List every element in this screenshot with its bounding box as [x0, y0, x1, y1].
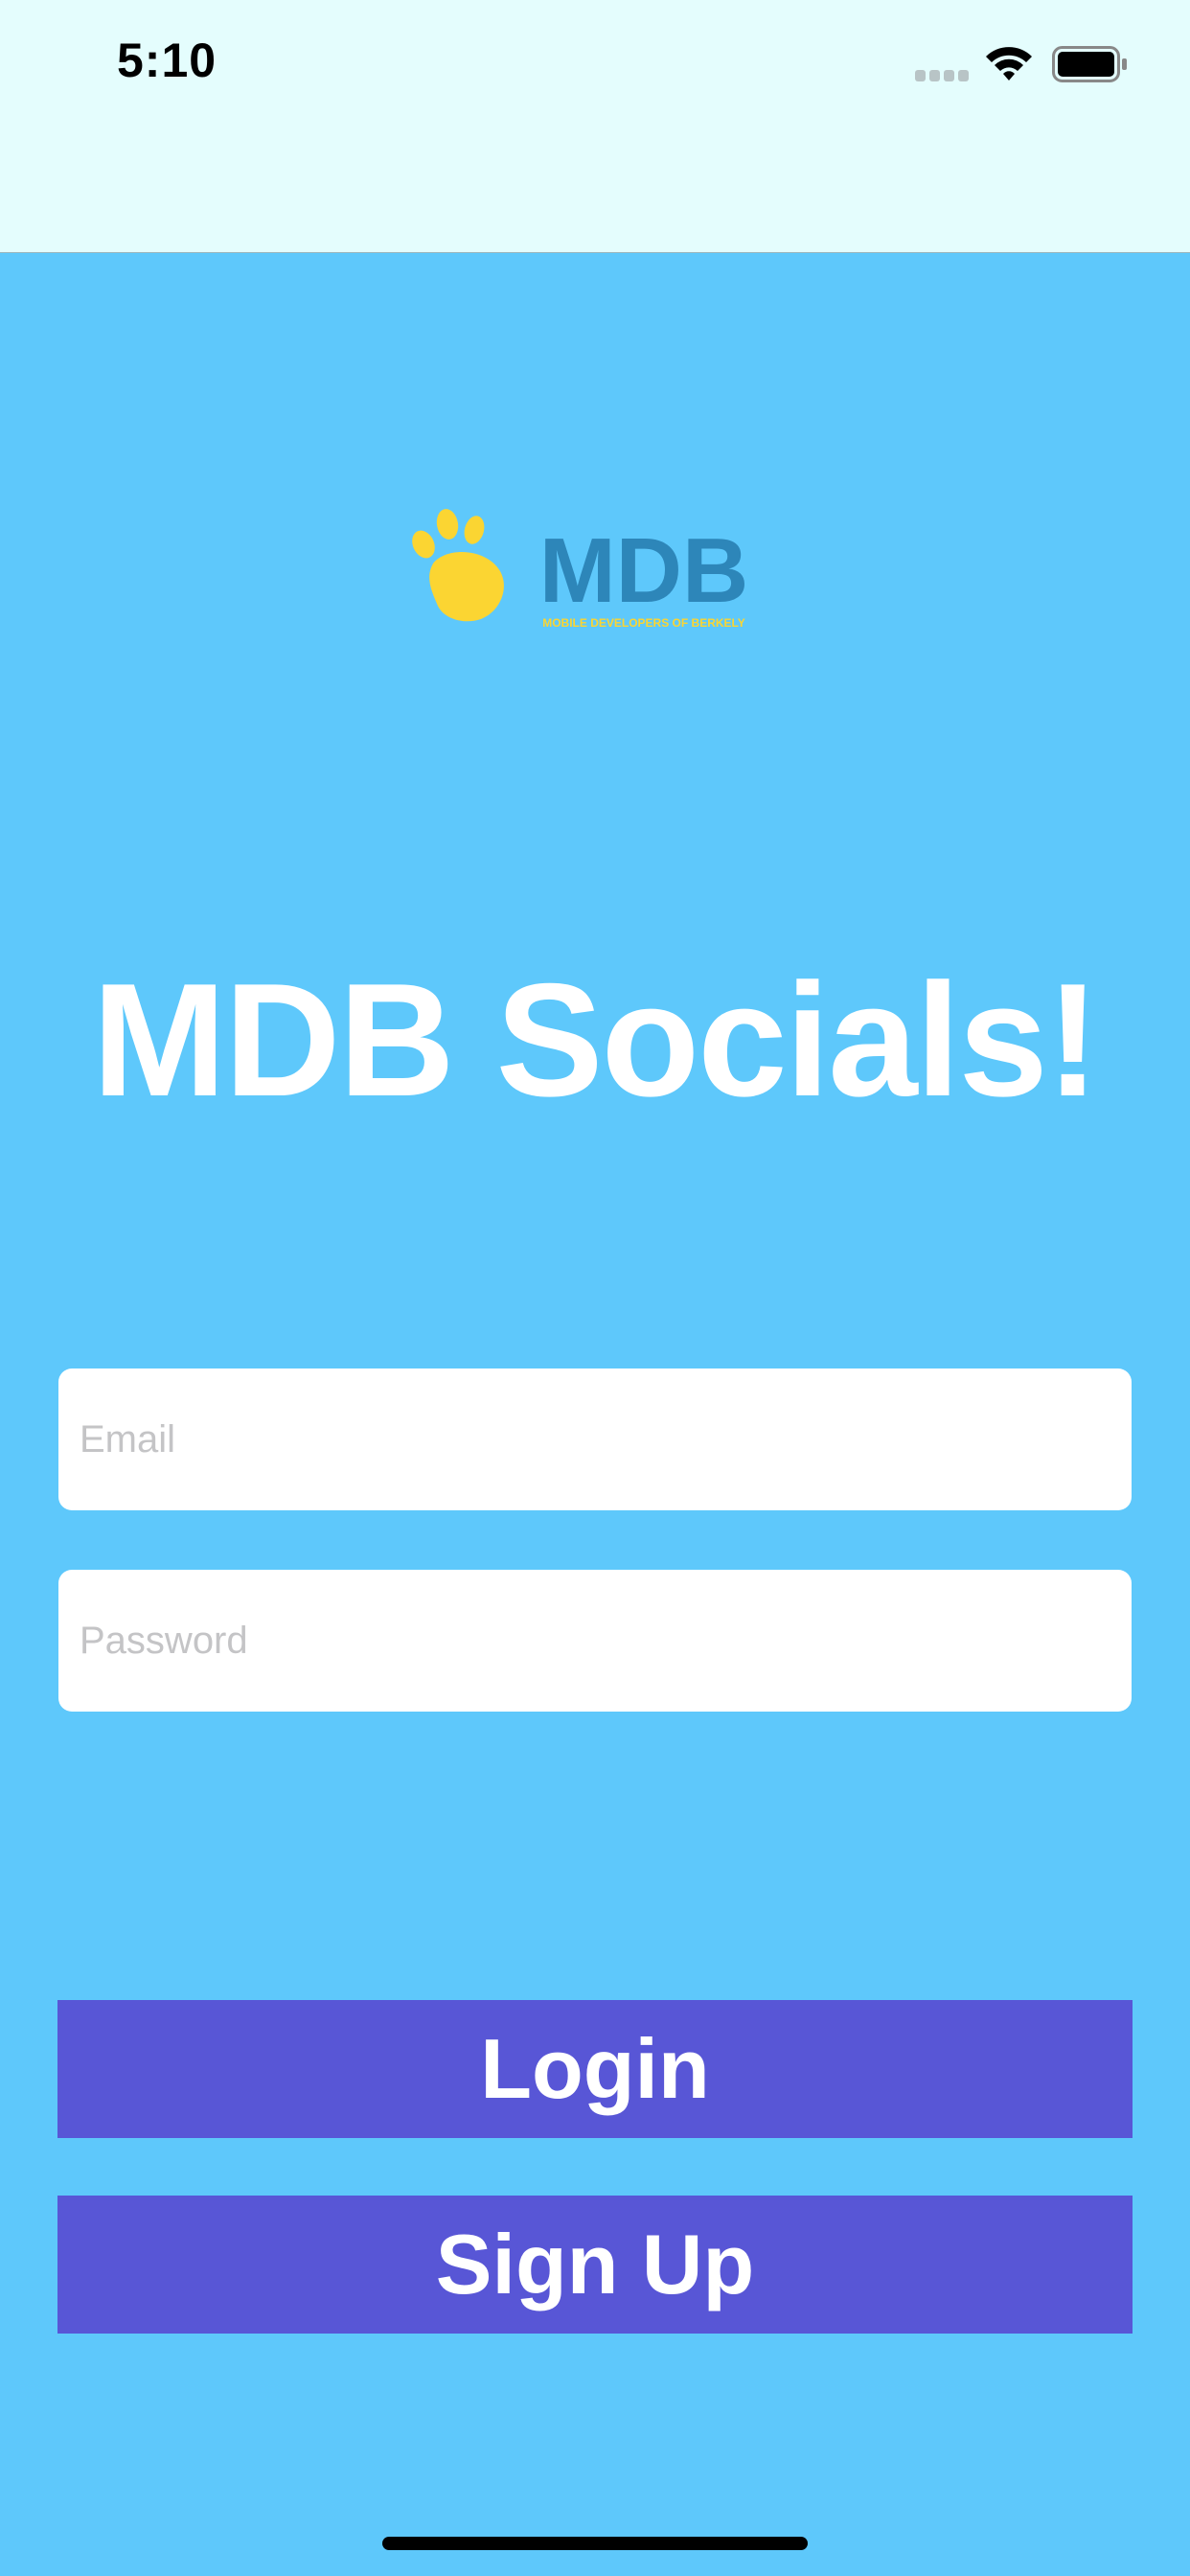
wifi-icon [986, 47, 1032, 80]
status-bar: 5:10 [0, 0, 1190, 253]
status-time: 5:10 [117, 34, 217, 87]
signup-button[interactable]: Sign Up [57, 2196, 1133, 2334]
password-input[interactable] [78, 1618, 1112, 1664]
home-indicator [382, 2537, 808, 2550]
password-field[interactable] [58, 1570, 1132, 1712]
login-button[interactable]: Login [57, 2000, 1133, 2138]
logo-tagline: MOBILE DEVELOPERS OF BERKELY [542, 616, 745, 630]
paw-icon [412, 509, 504, 622]
app-title: MDB Socials! [92, 950, 1100, 1130]
email-field[interactable] [58, 1368, 1132, 1510]
cellular-signal-icon [915, 70, 969, 81]
email-input[interactable] [78, 1416, 1112, 1462]
battery-icon [1052, 46, 1127, 82]
logo-wordmark: MDB [539, 519, 749, 622]
mdb-logo: MDB MOBILE DEVELOPERS OF BERKELY [412, 509, 749, 630]
